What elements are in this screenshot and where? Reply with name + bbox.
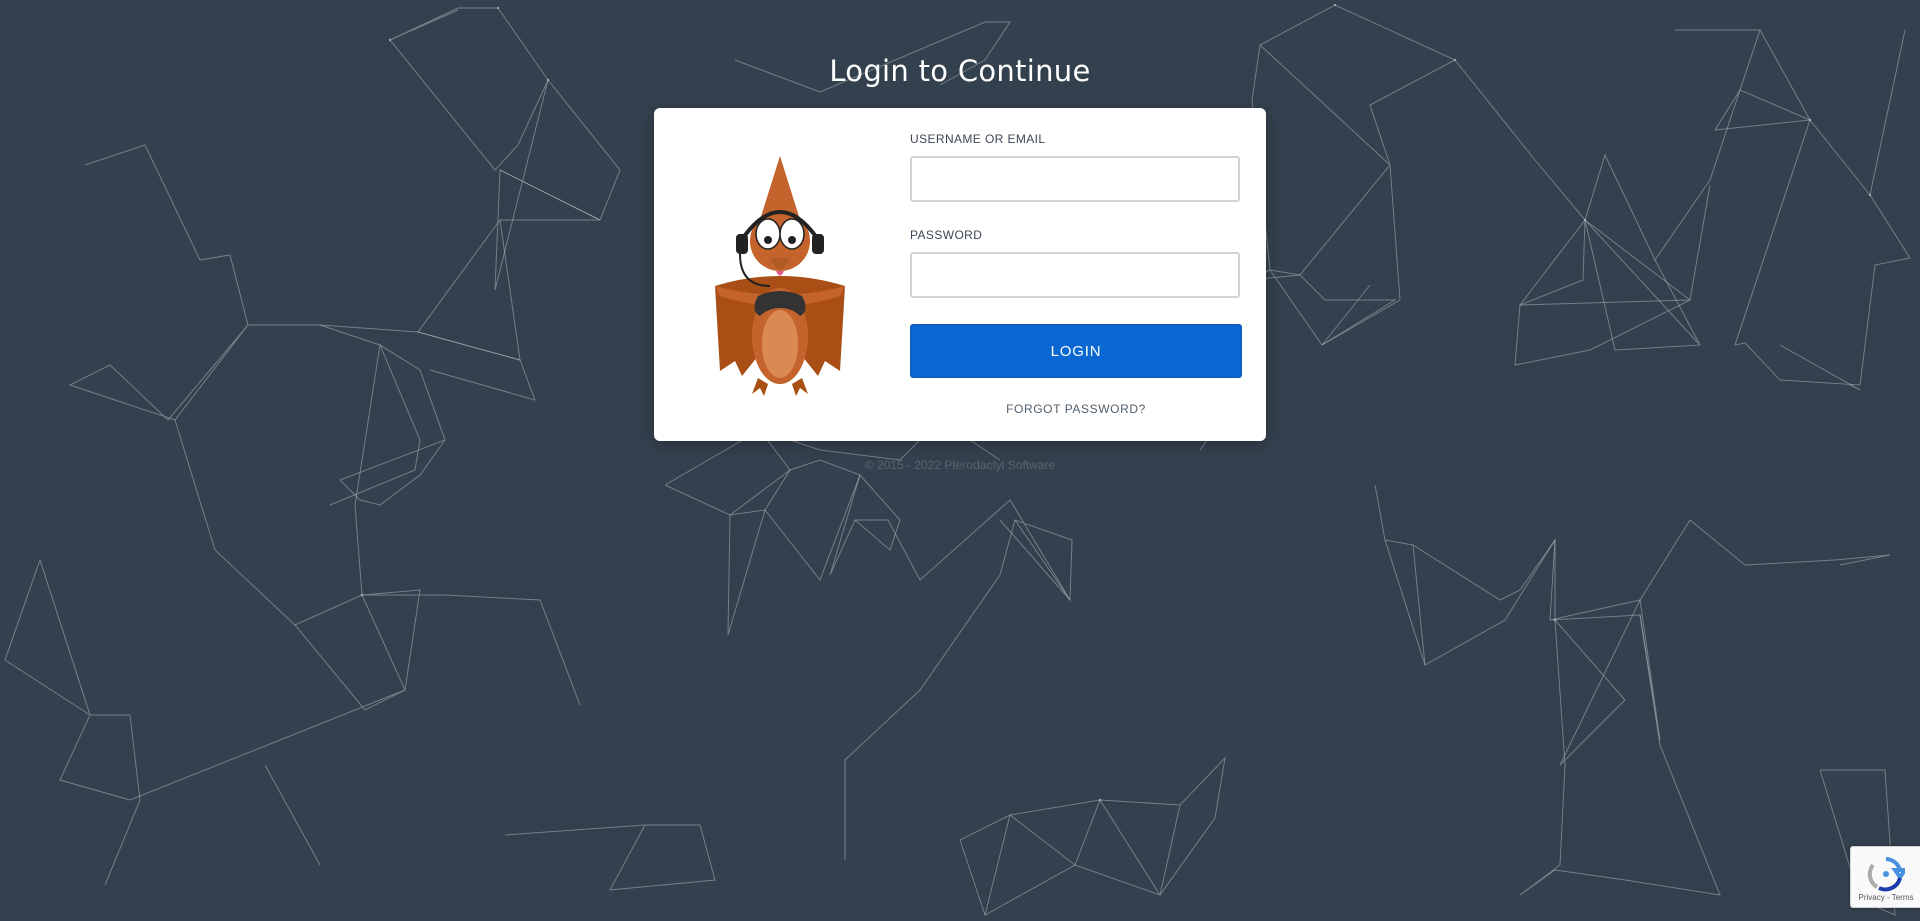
recaptcha-links: Privacy - Terms (1858, 893, 1914, 902)
username-label: USERNAME OR EMAIL (910, 132, 1046, 146)
username-input[interactable] (910, 156, 1240, 202)
pterodactyl-logo-icon (715, 156, 845, 396)
password-label: PASSWORD (910, 228, 983, 242)
password-input[interactable] (910, 252, 1240, 298)
recaptcha-icon (1867, 857, 1905, 892)
copyright-footer: © 2015 - 2022 Pterodactyl Software (864, 458, 1056, 472)
login-button[interactable]: LOGIN (910, 324, 1242, 378)
forgot-password-link[interactable]: FORGOT PASSWORD? (910, 402, 1242, 416)
page-title: Login to Continue (829, 54, 1091, 88)
login-card: USERNAME OR EMAIL PASSWORD LOGIN FORGOT … (654, 108, 1266, 441)
recaptcha-badge[interactable]: Privacy - Terms (1850, 846, 1920, 908)
